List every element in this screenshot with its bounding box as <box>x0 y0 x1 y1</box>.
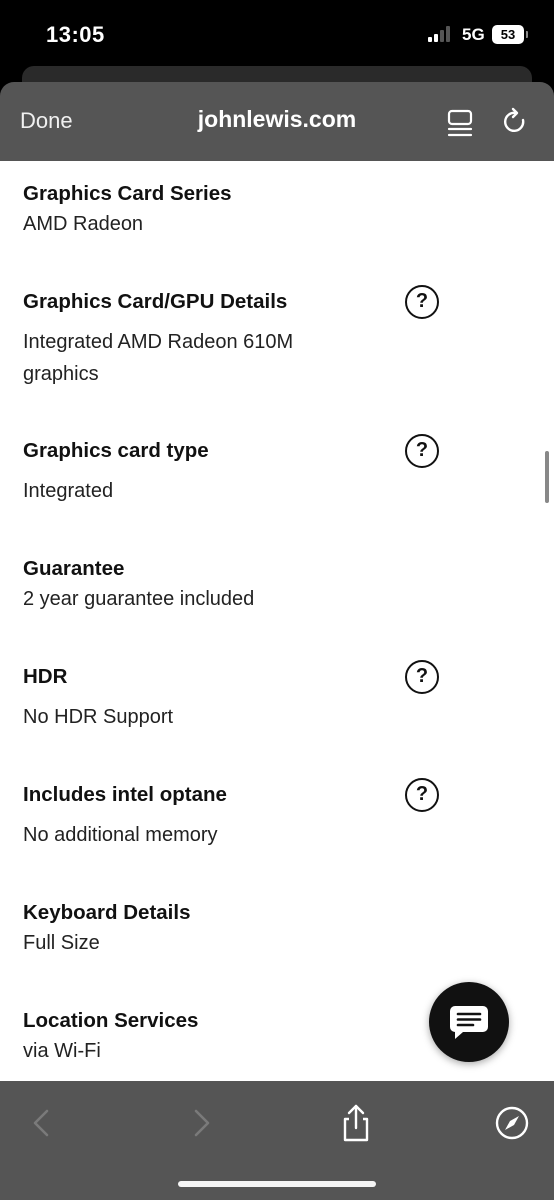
spec-value: Integrated <box>23 480 114 502</box>
spec-list: Graphics Card Series AMD Radeon Graphics… <box>0 161 554 1081</box>
chat-button[interactable] <box>429 982 509 1062</box>
status-time: 13:05 <box>46 22 105 47</box>
spec-value: Integrated AMD Radeon 610M graphics <box>23 326 453 390</box>
spec-value-line: Integrated AMD Radeon 610M <box>23 331 294 353</box>
battery-icon: 53 <box>492 25 528 44</box>
spec-item: HDR No HDR Support <box>23 665 453 733</box>
help-icon[interactable]: ? <box>405 285 439 319</box>
scrollbar-thumb[interactable] <box>545 451 549 503</box>
network-type: 5G <box>462 25 485 44</box>
spec-item: Graphics Card Series AMD Radeon <box>23 182 453 240</box>
compass-icon[interactable] <box>492 1103 532 1143</box>
status-bar: 13:05 5G 53 <box>0 0 554 70</box>
spec-item: Guarantee 2 year guarantee included <box>23 557 453 615</box>
spec-value: 2 year guarantee included <box>23 588 255 610</box>
spec-value-line: graphics <box>23 363 99 385</box>
spec-title: Graphics Card Series <box>23 182 232 205</box>
spec-value: via Wi-Fi <box>23 1040 101 1062</box>
back-icon[interactable] <box>22 1103 62 1143</box>
share-icon[interactable] <box>336 1103 376 1143</box>
spec-title: HDR <box>23 665 68 688</box>
spec-value: AMD Radeon <box>23 213 144 235</box>
chat-bubble-icon <box>450 1006 488 1039</box>
spec-item: Graphics card type Integrated <box>23 439 453 507</box>
spec-value: No additional memory <box>23 824 218 846</box>
signal-icon <box>428 26 454 42</box>
spec-item: Graphics Card/GPU Details Integrated AMD… <box>23 290 453 390</box>
home-indicator[interactable] <box>178 1181 376 1187</box>
spec-item: Location Services via Wi-Fi <box>23 1009 453 1067</box>
spec-item: Includes intel optane No additional memo… <box>23 783 453 851</box>
spec-title: Location Services <box>23 1009 199 1032</box>
spec-title: Graphics Card/GPU Details <box>23 290 288 313</box>
spec-item: Keyboard Details Full Size <box>23 901 453 959</box>
help-icon[interactable]: ? <box>405 778 439 812</box>
spec-value: No HDR Support <box>23 706 174 728</box>
help-icon[interactable]: ? <box>405 434 439 468</box>
spec-title: Guarantee <box>23 557 125 580</box>
spec-title: Graphics card type <box>23 439 209 462</box>
reload-icon[interactable] <box>500 107 530 137</box>
help-icon[interactable]: ? <box>405 660 439 694</box>
reader-icon[interactable] <box>446 109 474 137</box>
spec-title: Keyboard Details <box>23 901 191 924</box>
spec-title: Includes intel optane <box>23 783 227 806</box>
spec-value: Full Size <box>23 932 100 954</box>
browser-header: Done johnlewis.com <box>0 82 554 161</box>
forward-icon[interactable] <box>181 1103 221 1143</box>
